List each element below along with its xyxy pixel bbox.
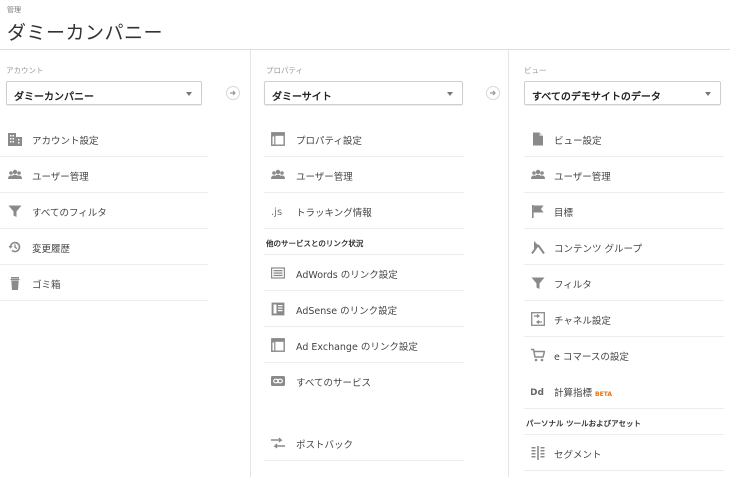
users-icon xyxy=(271,169,285,179)
property-item-settings[interactable]: プロパティ設定 xyxy=(264,121,464,157)
document-icon xyxy=(533,132,543,146)
property-link-label: AdSense のリンク設定 xyxy=(296,306,398,317)
property-column-label: プロパティ xyxy=(266,66,304,75)
view-selector-value: すべてのデモサイトのデータ xyxy=(532,92,661,103)
view-item-goals[interactable]: 目標 xyxy=(524,193,724,229)
adsense-icon xyxy=(271,302,285,316)
property-menu: プロパティ設定 ユーザー管理 .js トラッキング情報 他のサービスとのリンク状… xyxy=(264,121,464,461)
view-item-label: e コマースの設定 xyxy=(554,352,629,363)
trash-icon xyxy=(10,277,20,290)
calculated-metrics-label: 計算指標 xyxy=(554,388,593,399)
cart-icon xyxy=(531,348,545,362)
account-item-label: 変更履歴 xyxy=(32,244,71,255)
property-item-users[interactable]: ユーザー管理 xyxy=(264,157,464,193)
property-link-label: すべてのサービス xyxy=(296,378,371,389)
account-item-label: ゴミ箱 xyxy=(32,280,61,291)
page-title: ダミーカンパニー xyxy=(7,22,164,44)
property-column: プロパティ ダミーサイト プロパティ設定 ユーザー管理 .js トラッキング情報… xyxy=(250,50,473,477)
flag-icon xyxy=(532,205,544,218)
view-item-label: ビュー設定 xyxy=(554,136,602,147)
property-item-label: ポストバック xyxy=(296,440,354,451)
svg-text:Dd: Dd xyxy=(531,388,544,398)
history-icon xyxy=(8,241,21,253)
svg-text:.js: .js xyxy=(271,207,282,218)
filter-icon xyxy=(8,205,22,217)
view-item-settings[interactable]: ビュー設定 xyxy=(524,121,724,157)
view-tool-segments[interactable]: セグメント xyxy=(524,435,724,471)
account-menu: アカウント設定 ユーザー管理 すべてのフィルタ 変更履歴 ゴミ箱 xyxy=(0,121,208,301)
account-item-label: ユーザー管理 xyxy=(32,172,89,183)
dd-icon: Dd xyxy=(531,388,544,398)
view-item-channel[interactable]: チャネル設定 xyxy=(524,301,724,337)
view-item-content-group[interactable]: コンテンツ グループ xyxy=(524,229,724,265)
property-selector[interactable]: ダミーサイト xyxy=(264,81,463,105)
view-item-label: 目標 xyxy=(554,208,574,219)
property-link-adwords[interactable]: AdWords のリンク設定 xyxy=(264,255,464,291)
js-icon: .js xyxy=(271,207,282,218)
segment-icon xyxy=(531,446,545,460)
account-selector[interactable]: ダミーカンパニー xyxy=(6,81,202,105)
view-item-users[interactable]: ユーザー管理 xyxy=(524,157,724,193)
beta-badge: BETA xyxy=(595,391,612,398)
chevron-down-icon xyxy=(447,92,453,96)
view-item-label: フィルタ xyxy=(554,280,592,291)
channel-icon xyxy=(531,312,545,326)
view-selector[interactable]: すべてのデモサイトのデータ xyxy=(524,81,721,105)
page-kicker: 管理 xyxy=(7,6,21,14)
property-item-tracking[interactable]: .js トラッキング情報 xyxy=(264,193,464,229)
property-item-label: プロパティ設定 xyxy=(296,136,362,147)
filter-icon xyxy=(531,277,545,289)
content-group-icon xyxy=(531,241,545,254)
view-item-label: コンテンツ グループ xyxy=(554,244,642,255)
account-column-label: アカウント xyxy=(6,66,44,75)
view-column: ビュー すべてのデモサイトのデータ ビュー設定 ユーザー管理 目標 コンテンツ … xyxy=(508,50,730,477)
view-item-filters[interactable]: フィルタ xyxy=(524,265,724,301)
account-column: アカウント ダミーカンパニー アカウント設定 ユーザー管理 すべてのフィルタ 変… xyxy=(0,50,218,477)
section-title: パーソナル ツールおよびアセット xyxy=(526,419,641,428)
property-selector-value: ダミーサイト xyxy=(272,92,332,103)
postback-icon xyxy=(271,437,285,449)
account-item-users[interactable]: ユーザー管理 xyxy=(0,157,208,193)
property-links-section: 他のサービスとのリンク状況 xyxy=(264,229,464,255)
chevron-down-icon xyxy=(705,92,711,96)
view-item-label: 計算指標 BETA xyxy=(554,385,612,399)
section-title: 他のサービスとのリンク状況 xyxy=(266,239,364,248)
view-item-ecommerce[interactable]: e コマースの設定 xyxy=(524,337,724,373)
account-item-trash[interactable]: ゴミ箱 xyxy=(0,265,208,301)
property-link-adsense[interactable]: AdSense のリンク設定 xyxy=(264,291,464,327)
view-menu: ビュー設定 ユーザー管理 目標 コンテンツ グループ フィルタ チャネル設定 e… xyxy=(524,121,724,471)
property-link-all-services[interactable]: すべてのサービス xyxy=(264,363,464,399)
arrow-right-icon xyxy=(486,86,500,100)
link-icon xyxy=(271,376,285,386)
arrow-right-icon xyxy=(226,86,240,100)
property-link-label: AdWords のリンク設定 xyxy=(296,270,398,281)
property-item-postback[interactable]: ポストバック xyxy=(264,425,464,461)
account-item-history[interactable]: 変更履歴 xyxy=(0,229,208,265)
window-icon xyxy=(271,338,285,352)
window-icon xyxy=(271,132,285,146)
account-item-label: すべてのフィルタ xyxy=(32,208,107,219)
account-item-settings[interactable]: アカウント設定 xyxy=(0,121,208,157)
admin-page: 管理 ダミーカンパニー アカウント ダミーカンパニー アカウント設定 ユーザー管… xyxy=(0,0,730,477)
users-icon xyxy=(531,169,545,179)
view-item-label: チャネル設定 xyxy=(554,316,611,327)
view-column-label: ビュー xyxy=(524,66,547,75)
property-item-label: トラッキング情報 xyxy=(296,208,372,219)
account-selector-value: ダミーカンパニー xyxy=(14,92,94,103)
account-item-filters[interactable]: すべてのフィルタ xyxy=(0,193,208,229)
adwords-icon xyxy=(271,267,285,279)
users-icon xyxy=(8,169,22,179)
page-header: 管理 ダミーカンパニー xyxy=(0,0,730,50)
property-link-adexchange[interactable]: Ad Exchange のリンク設定 xyxy=(264,327,464,363)
property-item-label: ユーザー管理 xyxy=(296,172,353,183)
view-tools-section: パーソナル ツールおよびアセット xyxy=(524,409,724,435)
property-link-label: Ad Exchange のリンク設定 xyxy=(296,342,418,353)
building-icon xyxy=(8,133,22,146)
chevron-down-icon xyxy=(186,92,192,96)
view-tool-label: セグメント xyxy=(554,450,602,461)
view-item-calculated-metrics[interactable]: Dd 計算指標 BETA xyxy=(524,373,724,409)
account-item-label: アカウント設定 xyxy=(32,136,99,147)
view-item-label: ユーザー管理 xyxy=(554,172,611,183)
